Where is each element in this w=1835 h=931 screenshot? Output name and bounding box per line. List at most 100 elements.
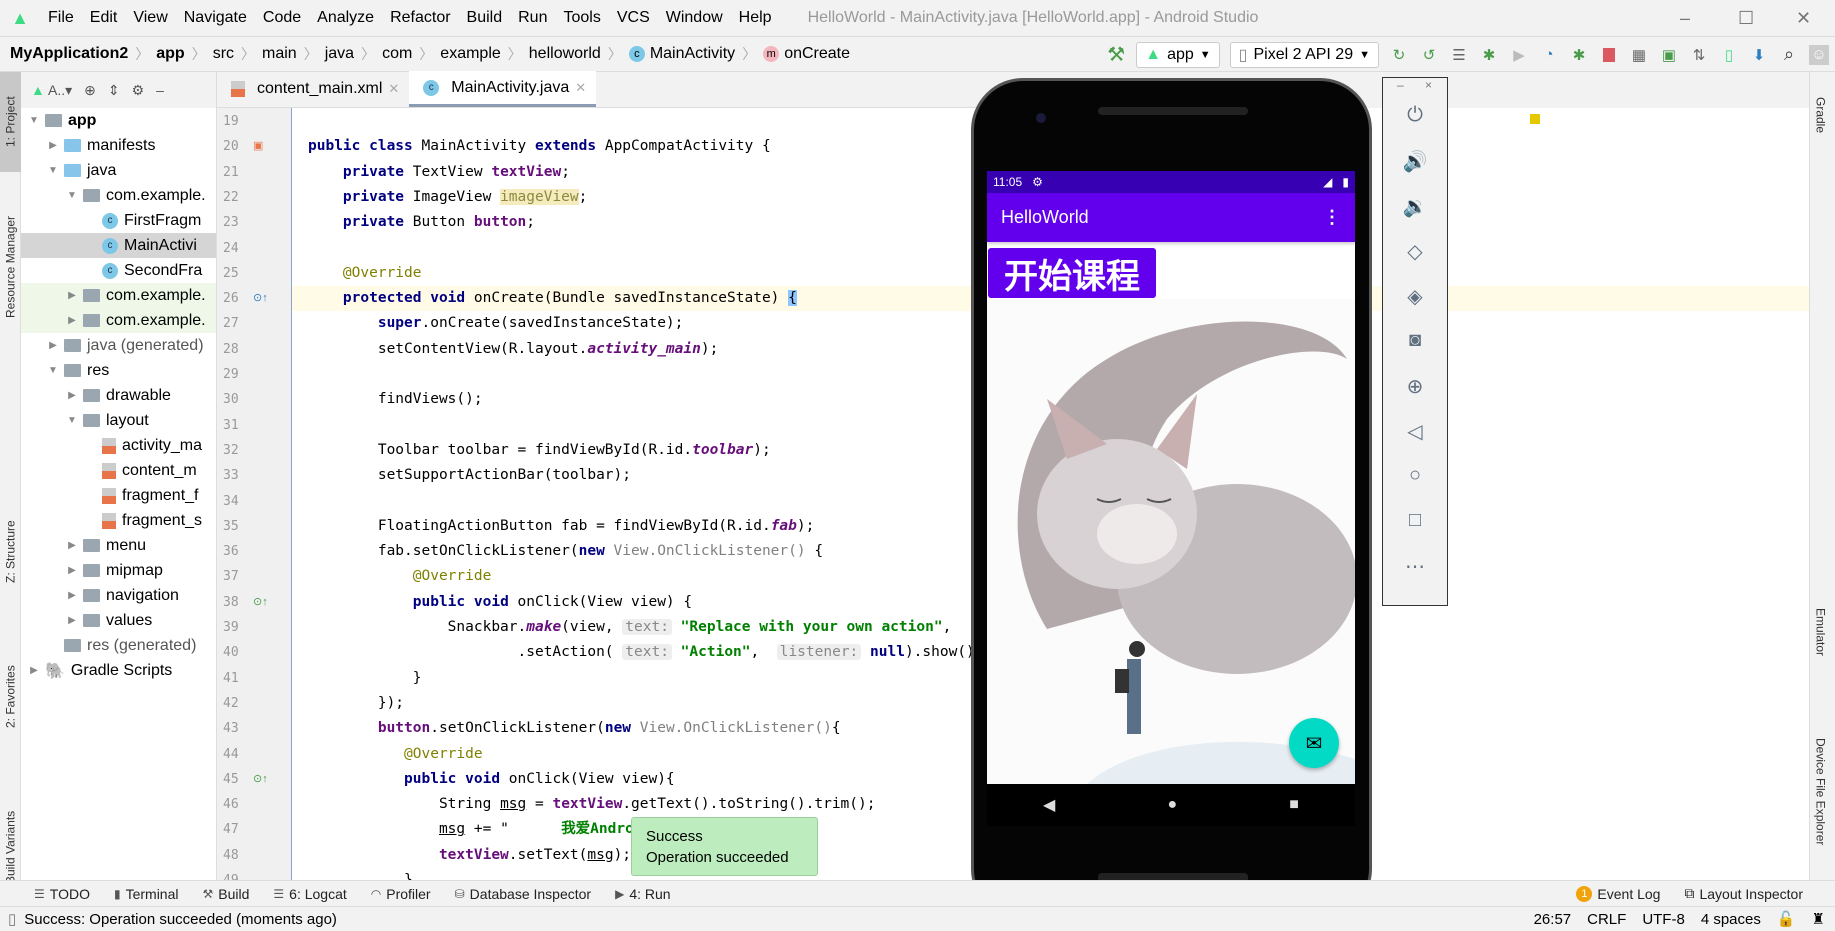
breadcrumb-item[interactable]: 〉 main: [234, 44, 297, 64]
collapsed-arrow-icon[interactable]: ▶: [27, 665, 41, 676]
breadcrumb-item[interactable]: 〉 com: [354, 44, 412, 64]
menu-window[interactable]: Window: [658, 9, 731, 27]
menu-navigate[interactable]: Navigate: [176, 9, 255, 27]
tool-tab-todo[interactable]: ☰ TODO: [22, 886, 102, 902]
code-line[interactable]: fab.setOnClickListener(new View.OnClickL…: [308, 539, 823, 564]
expanded-arrow-icon[interactable]: ▼: [27, 115, 41, 126]
close-window-button[interactable]: ✕: [1796, 8, 1811, 29]
tool-tab-databaseinspector[interactable]: ⛁ Database Inspector: [443, 886, 603, 902]
coverage-icon[interactable]: ▶: [1509, 45, 1529, 65]
toggle-tool-windows-icon[interactable]: ▯: [8, 910, 16, 928]
build-hammer-icon[interactable]: ⚒: [1106, 44, 1126, 66]
rotate-right-icon[interactable]: ◈: [1383, 284, 1447, 309]
file-encoding[interactable]: UTF-8: [1642, 911, 1685, 928]
device-dropdown[interactable]: ▯ Pixel 2 API 29 ▼: [1229, 41, 1379, 68]
tree-item[interactable]: ▼ com.example.: [21, 183, 216, 208]
code-line[interactable]: super.onCreate(savedInstanceState);: [308, 311, 684, 336]
tree-item[interactable]: ▼ app: [21, 108, 216, 133]
locate-icon[interactable]: ⊕: [84, 82, 96, 99]
device-file-explorer-tab[interactable]: Device File Explorer: [1810, 712, 1831, 872]
breadcrumb-item[interactable]: 〉 c MainActivity: [601, 44, 735, 64]
zoom-icon[interactable]: ⊕: [1383, 374, 1447, 399]
close-tab-icon[interactable]: ✕: [388, 81, 399, 97]
collapsed-arrow-icon[interactable]: ▶: [46, 340, 60, 351]
code-line[interactable]: public class MainActivity extends AppCom…: [308, 134, 771, 159]
project-view-dropdown[interactable]: ▲ A..▾: [31, 82, 72, 99]
tree-item[interactable]: ▶ mipmap: [21, 558, 216, 583]
emulator-screen[interactable]: 11:05 ⚙ ◢ ▮ HelloWorld ⋮ 开始课程 ✉ ◀ ● ■: [987, 171, 1355, 826]
hide-icon[interactable]: –: [156, 82, 164, 98]
menu-refactor[interactable]: Refactor: [382, 9, 458, 27]
gear-icon[interactable]: ⚙: [132, 82, 145, 99]
collapsed-arrow-icon[interactable]: ▶: [65, 315, 79, 326]
emulator-tab[interactable]: Emulator: [1810, 592, 1831, 672]
collapsed-arrow-icon[interactable]: ▶: [65, 540, 79, 551]
tree-item[interactable]: ▶ 🐘 Gradle Scripts: [21, 658, 216, 683]
tree-item[interactable]: ▼ res: [21, 358, 216, 383]
code-line[interactable]: public void onClick(View view){: [308, 767, 675, 792]
home-nav-icon[interactable]: ●: [1167, 796, 1177, 814]
attach-debugger-icon[interactable]: ✱: [1569, 45, 1589, 65]
code-line[interactable]: Toolbar toolbar = findViewById(R.id.tool…: [308, 438, 771, 463]
stop-icon[interactable]: [1599, 45, 1619, 65]
debug-icon[interactable]: ✱: [1479, 45, 1499, 65]
tool-tab-build[interactable]: ⚒ Build: [190, 886, 261, 902]
menu-view[interactable]: View: [125, 9, 175, 27]
status-message[interactable]: Success: Operation succeeded (moments ag…: [24, 911, 337, 928]
class-file-icon[interactable]: ▣: [253, 139, 263, 152]
screenshot-camera-icon[interactable]: ◙: [1383, 329, 1447, 352]
expanded-arrow-icon[interactable]: ▼: [46, 365, 60, 376]
expanded-arrow-icon[interactable]: ▼: [46, 165, 60, 176]
code-line[interactable]: .setAction( text: "Action", listener: nu…: [308, 640, 984, 665]
tree-item[interactable]: ▶ com.example.: [21, 308, 216, 333]
tree-item[interactable]: activity_ma: [21, 433, 216, 458]
tool-tab-run[interactable]: ▶ 4: Run: [603, 886, 682, 902]
project-tool-tab[interactable]: 1: Project: [0, 72, 21, 172]
menu-file[interactable]: File: [40, 9, 82, 27]
gradle-tab[interactable]: Gradle: [1810, 80, 1831, 150]
breadcrumb-item[interactable]: 〉 m onCreate: [735, 44, 850, 64]
success-notification-balloon[interactable]: Success Operation succeeded: [631, 817, 818, 876]
tree-item[interactable]: fragment_f: [21, 483, 216, 508]
search-icon[interactable]: ⌕: [1779, 44, 1799, 65]
code-line[interactable]: Snackbar.make(view, text: "Replace with …: [308, 615, 951, 640]
expanded-arrow-icon[interactable]: ▼: [65, 190, 79, 201]
menu-tools[interactable]: Tools: [555, 9, 608, 27]
tree-item[interactable]: content_m: [21, 458, 216, 483]
code-line[interactable]: private TextView textView;: [308, 160, 570, 185]
code-line[interactable]: @Override: [308, 742, 483, 767]
apply-changes-restart-icon[interactable]: ↻: [1389, 45, 1409, 65]
line-separator[interactable]: CRLF: [1587, 911, 1626, 928]
expanded-arrow-icon[interactable]: ▼: [65, 415, 79, 426]
volume-up-icon[interactable]: 🔊: [1383, 149, 1447, 174]
tool-tab-terminal[interactable]: ▮ Terminal: [102, 886, 191, 902]
favorites-tab[interactable]: 2: Favorites: [0, 622, 21, 772]
code-line[interactable]: FloatingActionButton fab = findViewById(…: [308, 514, 815, 539]
tree-item[interactable]: ▶ java (generated): [21, 333, 216, 358]
volume-down-icon[interactable]: 🔉: [1383, 194, 1447, 219]
breadcrumb-item[interactable]: MyApplication2: [10, 44, 128, 64]
minimize-button[interactable]: –: [1680, 8, 1690, 29]
tree-item[interactable]: ▼ layout: [21, 408, 216, 433]
code-line[interactable]: String msg = textView.getText().toString…: [308, 792, 876, 817]
menu-analyze[interactable]: Analyze: [309, 9, 382, 27]
menu-edit[interactable]: Edit: [82, 9, 126, 27]
fab-email-button[interactable]: ✉: [1289, 718, 1339, 768]
collapsed-arrow-icon[interactable]: ▶: [65, 590, 79, 601]
breadcrumb-item[interactable]: 〉 java: [297, 44, 354, 64]
code-line[interactable]: protected void onCreate(Bundle savedInst…: [308, 286, 797, 311]
collapsed-arrow-icon[interactable]: ▶: [65, 565, 79, 576]
tree-item[interactable]: ▶ drawable: [21, 383, 216, 408]
structure-tab[interactable]: Z: Structure: [0, 492, 21, 612]
editor-tab[interactable]: c MainActivity.java ✕: [409, 71, 597, 107]
emulator-minimize-button[interactable]: –: [1397, 78, 1404, 92]
user-avatar-icon[interactable]: ☺: [1809, 44, 1829, 65]
recents-nav-icon[interactable]: ■: [1289, 796, 1299, 814]
sdk-manager-icon[interactable]: ⬇: [1749, 45, 1769, 65]
inspector-icon[interactable]: ♜: [1812, 910, 1825, 928]
tree-item[interactable]: ▶ menu: [21, 533, 216, 558]
back-icon[interactable]: ◁: [1383, 419, 1447, 444]
close-tab-icon[interactable]: ✕: [575, 80, 586, 96]
menu-build[interactable]: Build: [459, 9, 511, 27]
avd-manager-icon[interactable]: ▣: [1659, 45, 1679, 65]
